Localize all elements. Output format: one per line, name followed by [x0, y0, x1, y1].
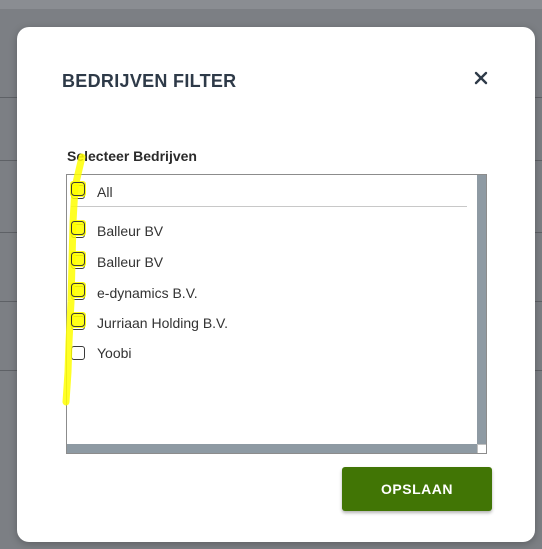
close-icon [474, 71, 488, 85]
company-label: Balleur BV [97, 223, 164, 239]
scrollbar-corner [477, 444, 486, 453]
company-label: e-dynamics B.V. [97, 285, 198, 301]
list-item[interactable]: e-dynamics B.V. [71, 283, 198, 303]
horizontal-scrollbar[interactable] [67, 444, 477, 453]
save-button[interactable]: OPSLAAN [342, 467, 492, 511]
company-listbox[interactable]: All Balleur BV Balleur BV e-dynamics B.V… [66, 174, 487, 454]
checkbox[interactable] [71, 224, 85, 238]
checkbox-item-all[interactable]: All [71, 182, 113, 202]
list-divider [71, 206, 467, 207]
vertical-scrollbar[interactable] [477, 175, 486, 444]
company-filter-modal: BEDRIJVEN FILTER Selecteer Bedrijven All… [17, 27, 535, 542]
checkbox[interactable] [71, 346, 85, 360]
checkbox[interactable] [71, 316, 85, 330]
list-item[interactable]: Balleur BV [71, 252, 163, 272]
close-button[interactable] [470, 67, 492, 89]
company-label: Jurriaan Holding B.V. [97, 315, 229, 331]
checkbox-label: All [97, 184, 113, 200]
list-item[interactable]: Jurriaan Holding B.V. [71, 313, 228, 333]
list-item[interactable]: Balleur BV [71, 221, 163, 241]
modal-title: BEDRIJVEN FILTER [62, 71, 237, 91]
company-label: Balleur BV [97, 254, 164, 270]
company-label: Yoobi [97, 345, 132, 361]
list-item[interactable]: Yoobi [71, 343, 132, 363]
checkbox[interactable] [71, 286, 85, 300]
checkbox[interactable] [71, 185, 85, 199]
background-header [0, 0, 542, 9]
checkbox[interactable] [71, 255, 85, 269]
select-companies-label: Selecteer Bedrijven [67, 148, 197, 164]
